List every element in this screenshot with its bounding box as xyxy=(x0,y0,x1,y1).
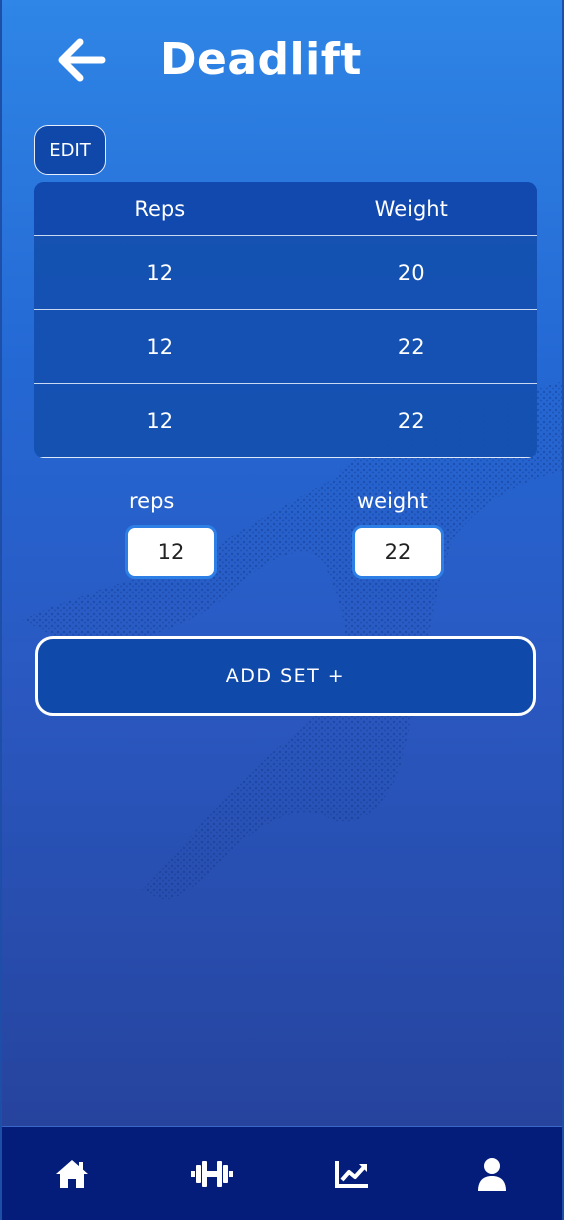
cell-weight: 22 xyxy=(397,408,425,433)
back-button[interactable] xyxy=(56,36,108,84)
add-set-button[interactable]: ADD SET + xyxy=(35,636,536,716)
sets-table: Reps Weight 12 20 12 22 12 22 xyxy=(34,182,537,458)
table-row[interactable]: 12 20 xyxy=(34,236,537,310)
reps-input[interactable] xyxy=(125,525,217,579)
edit-button[interactable]: EDIT xyxy=(34,125,106,175)
table-header: Reps Weight xyxy=(34,182,537,236)
arrow-left-icon xyxy=(58,38,106,82)
cell-reps: 12 xyxy=(146,260,174,285)
nav-item-home[interactable] xyxy=(2,1127,142,1220)
column-header-weight: Weight xyxy=(374,196,448,221)
cell-reps: 12 xyxy=(146,408,174,433)
user-icon xyxy=(478,1157,506,1191)
column-header-reps: Reps xyxy=(134,196,186,221)
reps-label: reps xyxy=(129,489,175,513)
home-icon xyxy=(56,1159,88,1188)
table-row[interactable]: 12 22 xyxy=(34,310,537,384)
nav-item-profile[interactable] xyxy=(422,1127,562,1220)
bottom-nav xyxy=(2,1126,562,1220)
weight-input[interactable] xyxy=(352,525,444,579)
nav-item-workouts[interactable] xyxy=(142,1127,282,1220)
cell-weight: 20 xyxy=(397,260,425,285)
chart-line-icon xyxy=(335,1160,368,1188)
nav-item-progress[interactable] xyxy=(282,1127,422,1220)
header: Deadlift xyxy=(2,30,562,100)
cell-reps: 12 xyxy=(146,334,174,359)
table-row[interactable]: 12 22 xyxy=(34,384,537,458)
cell-weight: 22 xyxy=(397,334,425,359)
weight-label: weight xyxy=(357,489,428,513)
page-title: Deadlift xyxy=(160,34,362,85)
dumbbell-icon xyxy=(191,1160,233,1187)
deadlift-screen: Deadlift EDIT Reps Weight 12 20 12 22 12… xyxy=(0,0,564,1220)
